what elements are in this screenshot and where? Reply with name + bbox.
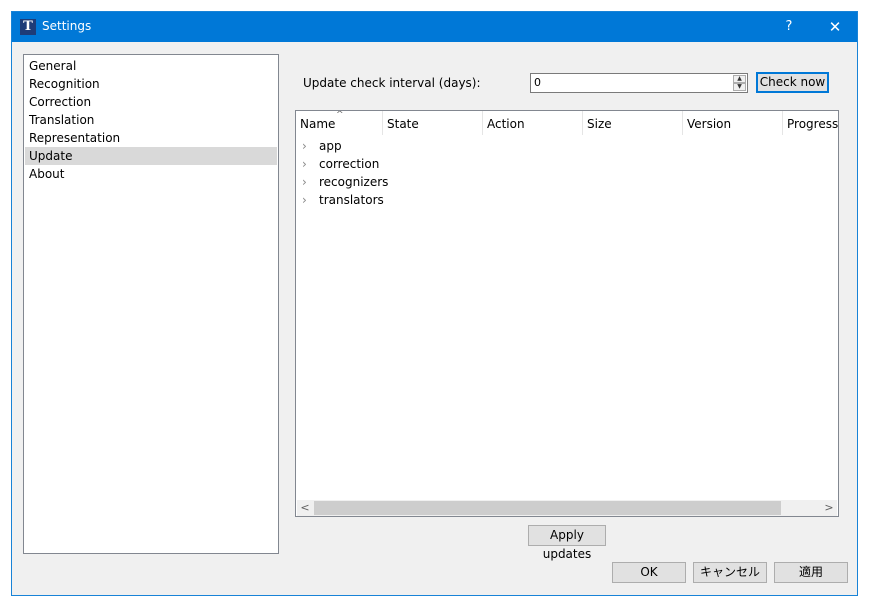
tree-row-app[interactable]: › app <box>296 137 836 155</box>
tree-row-recognizers[interactable]: › recognizers <box>296 173 836 191</box>
nav-item-general[interactable]: General <box>25 57 277 75</box>
update-interval-label: Update check interval (days): <box>303 76 481 90</box>
column-header-version[interactable]: Version <box>683 111 783 135</box>
nav-item-correction[interactable]: Correction <box>25 93 277 111</box>
expand-chevron-icon[interactable]: › <box>302 191 307 209</box>
tree-row-label: app <box>319 139 342 153</box>
updates-tree: ^ Name State Action Size Version Progres… <box>295 110 839 517</box>
column-header-name-label: Name <box>300 117 336 131</box>
tree-row-label: correction <box>319 157 380 171</box>
scroll-right-icon[interactable]: > <box>821 500 837 516</box>
tree-row-label: translators <box>319 193 384 207</box>
nav-item-translation[interactable]: Translation <box>25 111 277 129</box>
close-button[interactable]: ✕ <box>812 12 858 42</box>
column-header-state[interactable]: State <box>383 111 483 135</box>
column-header-progress[interactable]: Progress <box>783 111 838 135</box>
ok-button[interactable]: OK <box>612 562 686 583</box>
window-title: Settings <box>42 19 92 33</box>
check-now-button[interactable]: Check now <box>756 72 829 93</box>
tree-row-correction[interactable]: › correction <box>296 155 836 173</box>
spin-up-icon[interactable]: ▲ <box>733 75 746 83</box>
spin-down-icon[interactable]: ▼ <box>733 83 746 91</box>
apply-button[interactable]: 適用 <box>774 562 848 583</box>
sort-ascending-icon: ^ <box>336 110 344 120</box>
nav-item-recognition[interactable]: Recognition <box>25 75 277 93</box>
expand-chevron-icon[interactable]: › <box>302 173 307 191</box>
app-icon: T <box>20 19 36 35</box>
column-header-size[interactable]: Size <box>583 111 683 135</box>
scrollbar-thumb[interactable] <box>314 501 781 515</box>
help-button[interactable]: ? <box>766 12 812 42</box>
nav-item-update[interactable]: Update <box>25 147 277 165</box>
update-interval-spinbox[interactable]: 0 ▲ ▼ <box>530 73 748 93</box>
nav-item-representation[interactable]: Representation <box>25 129 277 147</box>
expand-chevron-icon[interactable]: › <box>302 137 307 155</box>
nav-item-about[interactable]: About <box>25 165 277 183</box>
tree-row-translators[interactable]: › translators <box>296 191 836 209</box>
scroll-left-icon[interactable]: < <box>297 500 313 516</box>
tree-row-label: recognizers <box>319 175 389 189</box>
spinbox-buttons: ▲ ▼ <box>733 75 746 91</box>
column-header-name[interactable]: ^ Name <box>296 111 383 135</box>
apply-updates-button[interactable]: Apply updates <box>528 525 606 561</box>
settings-window: T Settings ? ✕ General Recognition Corre… <box>11 11 858 596</box>
cancel-button[interactable]: キャンセル <box>693 562 767 583</box>
horizontal-scrollbar[interactable]: < > <box>297 500 837 516</box>
update-interval-value[interactable]: 0 <box>534 76 541 89</box>
title-bar[interactable]: T Settings ? ✕ <box>12 12 857 42</box>
column-header-action[interactable]: Action <box>483 111 583 135</box>
settings-nav-list: General Recognition Correction Translati… <box>23 54 279 554</box>
expand-chevron-icon[interactable]: › <box>302 155 307 173</box>
